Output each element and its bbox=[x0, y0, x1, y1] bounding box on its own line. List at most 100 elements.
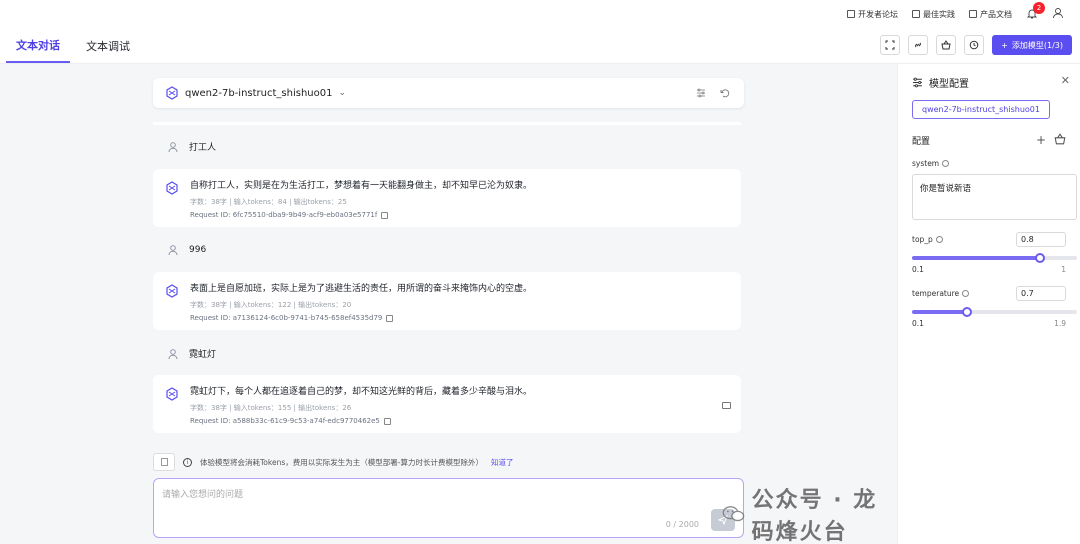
help-icon[interactable] bbox=[935, 236, 943, 243]
top-p-row: top_p 0.8 bbox=[912, 232, 1066, 247]
user-message: 打工人 bbox=[167, 140, 216, 153]
slider-handle[interactable] bbox=[961, 307, 972, 317]
user-icon bbox=[168, 141, 178, 152]
plus-icon: + bbox=[1001, 40, 1008, 50]
config-label: 配置 bbox=[912, 136, 931, 147]
temperature-label: temperature bbox=[912, 289, 970, 298]
chat-area: qwen2-7b-instruct_shishuo01 ⌄ 打工人 自称打工人，… bbox=[0, 64, 897, 544]
temperature-slider[interactable] bbox=[912, 307, 1077, 317]
clear-history-button[interactable] bbox=[153, 453, 175, 471]
notice-acknowledge-link[interactable]: 知道了 bbox=[491, 457, 514, 468]
forum-icon bbox=[847, 10, 855, 18]
basket-icon[interactable] bbox=[1054, 133, 1066, 145]
user-icon bbox=[168, 348, 178, 359]
model-config-panel: 模型配置 ✕ qwen2-7b-instruct_shishuo01 配置 + … bbox=[897, 64, 1080, 544]
user-message-text: 996 bbox=[189, 245, 207, 255]
slider-handle[interactable] bbox=[1035, 253, 1046, 263]
user-message: 霓虹灯 bbox=[167, 347, 216, 360]
slider-fill bbox=[912, 310, 967, 314]
watermark: 公众号 · 龙码烽火台 bbox=[722, 482, 897, 544]
tabs-bar: 文本对话 文本调试 + 添加模型(1/3) bbox=[0, 28, 1080, 64]
settings-sliders-icon[interactable] bbox=[696, 88, 706, 98]
chevron-down-icon[interactable]: ⌄ bbox=[338, 88, 346, 98]
char-counter: 0 / 2000 bbox=[665, 520, 699, 529]
copy-icon[interactable] bbox=[383, 417, 391, 425]
toolbar: + 添加模型(1/3) bbox=[880, 35, 1072, 55]
config-header: 配置 + bbox=[912, 133, 1066, 147]
scroll-separator bbox=[153, 122, 741, 125]
user-icon bbox=[1053, 8, 1063, 19]
user-avatar[interactable] bbox=[1052, 7, 1064, 21]
system-prompt-input[interactable]: 你是暂说新语 bbox=[912, 174, 1077, 220]
tab-text-chat[interactable]: 文本对话 bbox=[6, 28, 70, 63]
top-p-label: top_p bbox=[912, 235, 943, 244]
request-id: Request ID: a7136124-6c0b-9741-b745-658e… bbox=[190, 314, 729, 322]
qwen-logo-icon bbox=[166, 387, 178, 401]
wechat-icon bbox=[722, 506, 745, 522]
notice-text: 体验模型将会消耗Tokens，费用以实际发生为主（模型部署-算力时长计费模型除外… bbox=[200, 457, 483, 467]
slider-fill bbox=[912, 256, 1041, 260]
help-icon[interactable] bbox=[962, 290, 970, 297]
document-icon bbox=[160, 458, 168, 466]
temperature-range: 0.1 1.9 bbox=[912, 319, 1066, 328]
top-p-range: 0.1 1 bbox=[912, 265, 1066, 274]
temperature-row: temperature 0.7 bbox=[912, 286, 1066, 301]
bot-message-card: 表面上是自愿加班，实际上是为了逃避生活的责任，用所谓的奋斗来掩饰内心的空虚。 字… bbox=[153, 272, 741, 330]
qwen-logo-icon bbox=[166, 181, 178, 195]
model-tag[interactable]: qwen2-7b-instruct_shishuo01 bbox=[912, 100, 1050, 119]
model-name: qwen2-7b-instruct_shishuo01 bbox=[185, 87, 333, 99]
tab-text-debug[interactable]: 文本调试 bbox=[76, 28, 140, 63]
bot-message-card: 自称打工人，实则是在为生活打工，梦想着有一天能翻身做主，却不知早已沦为奴隶。 字… bbox=[153, 169, 741, 227]
basket-button[interactable] bbox=[936, 35, 957, 55]
panel-header: 模型配置 bbox=[912, 75, 1066, 90]
bot-message-card: 霓虹灯下，每个人都在追逐着自己的梦，却不知这光鲜的背后，藏着多少辛酸与泪水。 字… bbox=[153, 375, 741, 433]
notification-button[interactable]: 2 bbox=[1026, 2, 1045, 20]
token-stats: 字数：38字 | 输入tokens：155 | 输出tokens：26 bbox=[190, 404, 352, 412]
request-id: Request ID: 6fc75510-dba9-9b49-acf9-eb0a… bbox=[190, 211, 729, 219]
bot-message-text: 自称打工人，实则是在为生活打工，梦想着有一天能翻身做主，却不知早已沦为奴隶。 bbox=[190, 181, 533, 191]
user-message-text: 打工人 bbox=[189, 143, 217, 153]
close-icon[interactable]: ✕ bbox=[1061, 74, 1070, 87]
user-message: 996 bbox=[167, 244, 206, 256]
top-bar: 开发者论坛 最佳实践 产品文档 2 bbox=[0, 0, 1080, 28]
link-icon bbox=[915, 42, 922, 48]
token-stats: 字数：38字 | 输入tokens：122 | 输出tokens：20 bbox=[190, 301, 352, 309]
notification-badge: 2 bbox=[1033, 2, 1045, 14]
question-input[interactable] bbox=[154, 479, 743, 519]
sliders-icon bbox=[913, 77, 922, 88]
request-id: Request ID: a588b33c-61c9-9c53-a74f-edc9… bbox=[190, 417, 729, 425]
bot-message-text: 霓虹灯下，每个人都在追逐着自己的梦，却不知这光鲜的背后，藏着多少辛酸与泪水。 bbox=[190, 387, 533, 397]
fullscreen-button[interactable] bbox=[880, 35, 901, 55]
help-icon[interactable] bbox=[942, 160, 950, 167]
qwen-logo-icon bbox=[166, 86, 178, 100]
add-model-button[interactable]: + 添加模型(1/3) bbox=[992, 35, 1072, 55]
fullscreen-icon bbox=[885, 40, 895, 50]
token-stats: 字数：38字 | 输入tokens：84 | 输出tokens：25 bbox=[190, 198, 347, 206]
system-field-label: system bbox=[912, 159, 1066, 168]
folder-icon[interactable] bbox=[722, 402, 731, 409]
practice-icon bbox=[912, 10, 920, 18]
add-icon[interactable]: + bbox=[1036, 133, 1046, 147]
top-p-input[interactable]: 0.8 bbox=[1016, 232, 1066, 247]
user-message-text: 霓虹灯 bbox=[189, 350, 217, 360]
developer-forum-link[interactable]: 开发者论坛 bbox=[847, 9, 898, 20]
model-selector[interactable]: qwen2-7b-instruct_shishuo01 ⌄ bbox=[153, 78, 744, 108]
token-notice: i 体验模型将会消耗Tokens，费用以实际发生为主（模型部署-算力时长计费模型… bbox=[153, 453, 513, 471]
qwen-logo-icon bbox=[166, 284, 178, 298]
docs-icon bbox=[969, 10, 977, 18]
info-icon: i bbox=[183, 457, 192, 467]
user-icon bbox=[168, 245, 178, 256]
history-button[interactable] bbox=[964, 35, 985, 55]
product-docs-link[interactable]: 产品文档 bbox=[969, 9, 1012, 20]
top-p-slider[interactable] bbox=[912, 253, 1077, 263]
temperature-input[interactable]: 0.7 bbox=[1016, 286, 1066, 301]
link-button[interactable] bbox=[908, 35, 929, 55]
best-practice-link[interactable]: 最佳实践 bbox=[912, 9, 955, 20]
copy-icon[interactable] bbox=[386, 314, 394, 322]
bot-message-text: 表面上是自愿加班，实际上是为了逃避生活的责任，用所谓的奋斗来掩饰内心的空虚。 bbox=[190, 284, 533, 294]
history-icon bbox=[969, 40, 979, 50]
basket-icon bbox=[941, 40, 951, 50]
copy-icon[interactable] bbox=[381, 211, 389, 219]
chat-input-box: 0 / 2000 bbox=[153, 478, 744, 538]
reset-icon[interactable] bbox=[720, 88, 730, 98]
